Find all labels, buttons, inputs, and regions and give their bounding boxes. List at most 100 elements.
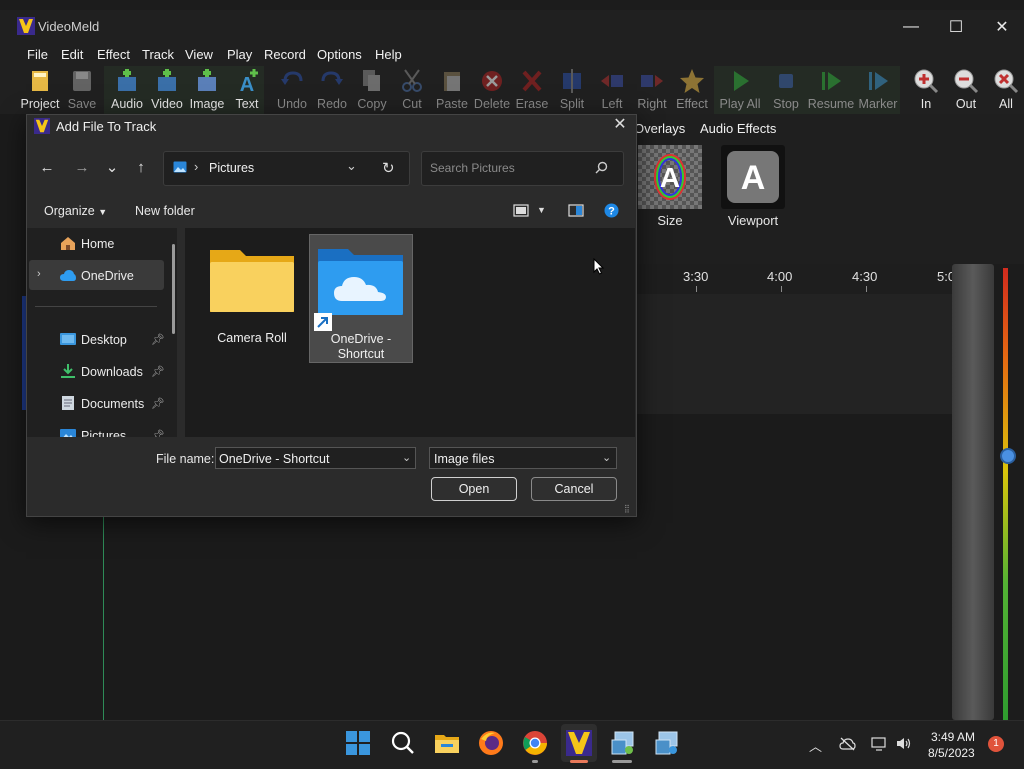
app-icon-1[interactable] <box>609 729 637 757</box>
file-item-onedrive-shortcut[interactable]: OneDrive - Shortcut <box>309 234 413 363</box>
new-folder-button[interactable]: New folder <box>135 204 195 218</box>
notification-badge[interactable]: 1 <box>988 736 1004 752</box>
videomeld-icon[interactable] <box>565 729 593 757</box>
move-right-icon <box>632 67 672 95</box>
menu-edit[interactable]: Edit <box>61 47 83 62</box>
effect-button[interactable]: Effect <box>672 66 712 114</box>
paste-icon <box>432 67 472 95</box>
open-button[interactable]: Open <box>431 477 517 501</box>
nav-item-onedrive[interactable]: › OneDrive <box>29 260 164 290</box>
viewport-effect-icon[interactable]: A <box>721 145 785 209</box>
up-button[interactable]: ↑ <box>131 158 151 178</box>
marker-icon <box>858 67 898 95</box>
erase-icon <box>512 67 552 95</box>
nav-item-label: Home <box>81 237 115 251</box>
volume-level-meter <box>1003 268 1008 720</box>
address-location[interactable]: Pictures <box>209 161 254 175</box>
zoom-out-icon <box>946 67 986 95</box>
file-name-dropdown-icon[interactable]: ⌄ <box>402 451 411 464</box>
text-button[interactable]: A Text <box>227 66 267 114</box>
save-button[interactable]: Save <box>62 66 102 114</box>
stop-button[interactable]: Stop <box>766 66 806 114</box>
view-mode-icon[interactable] <box>513 204 529 217</box>
nav-item-downloads[interactable]: Downloads 📌︎ <box>27 356 173 386</box>
search-icon[interactable] <box>595 161 608 174</box>
file-name-label: File name: <box>156 452 215 466</box>
redo-icon <box>312 67 352 95</box>
desktop-folder-icon <box>60 333 76 345</box>
size-effect-label: Size <box>657 213 683 228</box>
minimize-button[interactable]: — <box>888 12 934 42</box>
menu-file[interactable]: File <box>27 47 48 62</box>
pin-icon: 📌︎ <box>151 334 165 346</box>
volume-icon[interactable] <box>895 736 912 751</box>
videomeld-logo-icon <box>17 17 35 35</box>
videomeld-logo-icon <box>34 118 50 134</box>
start-icon[interactable] <box>344 729 372 757</box>
svg-text:A: A <box>240 74 254 95</box>
app-icon-2[interactable] <box>653 729 681 757</box>
file-item-camera-roll[interactable]: Camera Roll <box>200 234 304 363</box>
file-type-dropdown-icon[interactable]: ⌄ <box>602 451 611 464</box>
maximize-button[interactable]: ☐ <box>933 12 979 42</box>
network-icon[interactable] <box>871 736 888 751</box>
tick-label: 3:30 <box>683 269 709 284</box>
cancel-button[interactable]: Cancel <box>531 477 617 501</box>
help-icon[interactable]: ? <box>604 203 619 218</box>
nav-item-documents[interactable]: Documents 📌︎ <box>27 388 173 418</box>
address-bar[interactable] <box>163 151 410 186</box>
refresh-icon[interactable]: ↻ <box>382 159 395 177</box>
documents-folder-icon <box>62 396 74 410</box>
tab-audio-effects[interactable]: Audio Effects <box>700 121 776 136</box>
playhead-line[interactable] <box>103 514 104 720</box>
nav-item-desktop[interactable]: Desktop 📌︎ <box>27 324 173 354</box>
nav-item-home[interactable]: Home <box>27 228 173 258</box>
organize-button[interactable]: Organize ▼ <box>44 204 107 218</box>
address-dropdown-icon[interactable]: ⌄ <box>346 158 357 174</box>
file-label: Camera Roll <box>217 331 287 345</box>
onedrive-offline-icon[interactable] <box>839 737 856 751</box>
resize-grip-icon[interactable]: ⣿ <box>624 504 630 513</box>
preview-pane-icon[interactable] <box>568 204 584 217</box>
menu-record[interactable]: Record <box>264 47 306 62</box>
search-icon[interactable] <box>389 729 417 757</box>
menu-play[interactable]: Play <box>227 47 252 62</box>
size-effect-icon[interactable]: A <box>638 145 702 209</box>
track-area[interactable] <box>636 294 952 414</box>
resume-button[interactable]: Resume <box>808 66 854 114</box>
tab-overlays[interactable]: Overlays <box>634 121 685 136</box>
menu-view[interactable]: View <box>185 47 213 62</box>
menu-effect[interactable]: Effect <box>97 47 130 62</box>
chrome-icon[interactable] <box>521 729 549 757</box>
clock-date[interactable]: 8/5/2023 <box>928 746 975 760</box>
svg-text:A: A <box>741 159 766 197</box>
toolbar-button-label: Resume <box>807 97 855 111</box>
view-mode-dropdown-icon[interactable]: ▼ <box>537 205 546 215</box>
volume-slider-knob[interactable] <box>1000 448 1016 464</box>
clock-time[interactable]: 3:49 AM <box>931 730 975 744</box>
play-all-button[interactable]: Play All <box>720 66 761 114</box>
menu-track[interactable]: Track <box>142 47 174 62</box>
tick-mark <box>696 286 697 292</box>
forward-button[interactable]: → <box>72 158 92 178</box>
menu-options[interactable]: Options <box>317 47 362 62</box>
tray-overflow-icon[interactable]: ︿ <box>809 736 822 755</box>
volume-slider-track[interactable] <box>952 264 994 720</box>
dialog-close-button[interactable]: ✕ <box>608 114 632 136</box>
firefox-icon[interactable] <box>477 729 505 757</box>
marker-button[interactable]: Marker <box>858 66 898 114</box>
toolbar-button-label: Marker <box>858 97 898 111</box>
add-image-icon <box>187 67 227 95</box>
pin-icon: 📌︎ <box>151 398 165 410</box>
left-edge-panel <box>0 114 26 720</box>
back-button[interactable]: ← <box>37 158 57 178</box>
file-explorer-icon[interactable] <box>433 729 461 757</box>
file-type-value: Image files <box>434 452 495 466</box>
expand-chevron-icon[interactable]: › <box>37 268 41 280</box>
project-button[interactable]: Project <box>20 66 60 114</box>
recent-locations-button[interactable]: ⌄ <box>102 158 122 178</box>
all-button[interactable]: All <box>986 66 1024 114</box>
home-icon <box>61 237 75 250</box>
menu-help[interactable]: Help <box>375 47 402 62</box>
close-window-button[interactable]: ✕ <box>979 12 1024 42</box>
